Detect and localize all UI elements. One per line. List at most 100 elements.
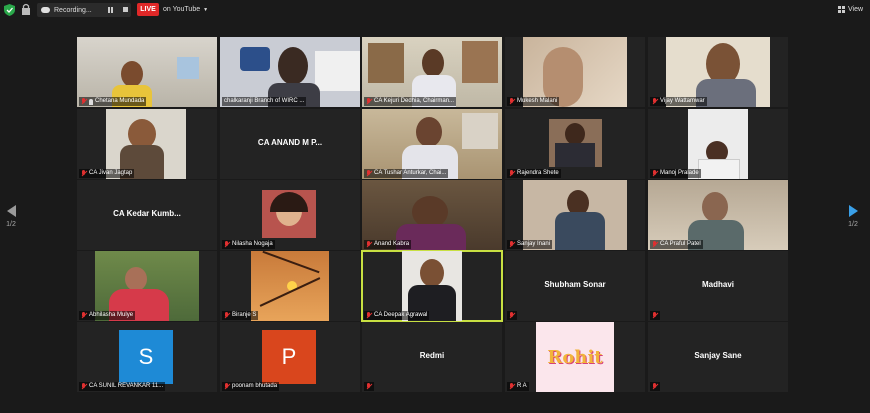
participant-tile[interactable]: Mukesh Malani [505,37,645,107]
mic-muted-icon [366,383,372,390]
next-page-button[interactable]: 1/2 [845,205,861,228]
mic-muted-icon [224,312,230,319]
mic-muted-icon [366,170,372,177]
avatar-text: Rohit [547,346,603,368]
mic-muted-icon [81,312,87,319]
participant-name-label: Rajendra Shete [507,169,561,178]
mic-muted-icon [366,312,372,319]
participant-name-label: Manoj Pralade [650,169,701,178]
participant-display-name: Redmi [419,351,445,360]
participant-tile[interactable]: S CA SUNIL REVANKAR 11... [77,322,217,392]
participant-tile[interactable]: Sanjay Inani [505,180,645,250]
participant-tile[interactable]: CA Jivan Jagtap [77,109,217,179]
participant-tile[interactable]: chalkaranji Branch of WIRC ... [220,37,360,107]
page-indicator-right: 1/2 [848,221,858,228]
participant-tile[interactable]: CA ANAND M P... [220,109,360,179]
participant-name-label: chalkaranji Branch of WIRC ... [222,97,307,106]
participant-name-label [507,311,517,320]
participant-tile[interactable]: Manoj Pralade [648,109,788,179]
participant-display-name: Sanjay Sane [694,351,742,360]
participant-name-label: Biranje S [222,311,259,320]
participant-tile[interactable]: CA Kejuri Dedhia, Chairman... [362,37,502,107]
participant-name-label: Nilasha Nogaja [222,240,275,249]
recording-indicator: Recording... [37,3,131,17]
grid-view-icon [838,5,845,13]
mic-muted-icon [81,170,87,177]
meeting-topbar: Recording... LIVE on YouTube ▼ View [0,0,870,20]
participant-tile[interactable]: Rohit R A [505,322,645,392]
mic-muted-icon [81,98,87,105]
participant-video [251,251,329,321]
pin-icon [89,98,93,105]
participant-name-label: CA Kejuri Dedhia, Chairman... [364,97,457,106]
recording-label: Recording... [54,6,92,14]
mic-muted-icon [509,98,515,105]
mic-muted-icon [81,383,87,390]
participant-tile[interactable]: Biranje S [220,251,360,321]
participant-tile[interactable]: Nilasha Nogaja [220,180,360,250]
participant-tile[interactable]: CA Praful Patel [648,180,788,250]
avatar: S [119,330,173,384]
participant-display-name: CA ANAND M P... [257,138,323,147]
live-target-label: on YouTube [163,6,201,13]
live-badge[interactable]: LIVE [137,3,159,16]
participant-name-label [650,311,660,320]
live-stream-dropdown[interactable]: on YouTube ▼ [163,3,208,16]
mic-muted-icon [652,98,658,105]
participant-tile[interactable]: Sanjay Sane [648,322,788,392]
cloud-recording-icon [41,7,50,13]
chevron-down-icon: ▼ [203,6,209,13]
participant-name-label: Vijay Wattamwar [650,97,707,106]
chevron-left-icon [6,205,16,217]
participant-name-label: CA SUNIL REVANKAR 11... [79,382,166,391]
participant-tile[interactable]: Abhilasha Mulye [77,251,217,321]
chevron-right-icon [848,205,858,217]
participant-tile[interactable]: Rajendra Shete [505,109,645,179]
participant-tile[interactable]: Shubham Sonar [505,251,645,321]
participant-tile[interactable]: Vijay Wattamwar [648,37,788,107]
stop-recording-button[interactable] [123,7,128,12]
participant-display-name: Madhavi [701,280,734,289]
mic-muted-icon [652,312,658,319]
previous-page-button[interactable]: 1/2 [3,205,19,228]
participant-video [262,190,316,238]
participant-name-label: CA Tushar Anturkar, Chai... [364,169,449,178]
participant-tile[interactable]: P poonam bhutada [220,322,360,392]
participant-tile[interactable]: Anand Kabra [362,180,502,250]
avatar: P [262,330,316,384]
mic-muted-icon [652,170,658,177]
mic-muted-icon [509,170,515,177]
participant-name-label [650,382,660,391]
participant-name-label: Sanjay Inani [507,240,553,249]
participant-tile[interactable]: Redmi [362,322,502,392]
participant-name-label [364,382,374,391]
meeting-controls-bar[interactable] [0,405,870,413]
participant-avatar-image: Rohit [536,322,614,392]
participant-name-label: CA Jivan Jagtap [79,169,135,178]
participant-name-label: poonam bhutada [222,382,280,391]
mic-muted-icon [366,98,372,105]
participant-name-label: Anand Kabra [364,240,412,249]
participant-tile[interactable]: CA Kedar Kumb... [77,180,217,250]
security-icon[interactable] [21,3,31,16]
participant-tile[interactable]: Madhavi [648,251,788,321]
mic-muted-icon [652,241,658,248]
participant-name-label: Abhilasha Mulye [79,311,136,320]
shield-icon[interactable] [4,4,15,16]
mic-muted-icon [366,241,372,248]
pause-recording-button[interactable] [108,7,114,13]
view-button[interactable]: View [838,3,863,15]
mic-muted-icon [509,383,515,390]
participant-display-name: Shubham Sonar [544,280,606,289]
participant-name-label: R A [507,382,529,391]
mic-muted-icon [509,241,515,248]
mic-muted-icon [509,312,515,319]
participant-name-label: CA Praful Patel [650,240,703,249]
participant-name-label: Mukesh Malani [507,97,560,106]
participant-tile[interactable]: CA Tushar Anturkar, Chai... [362,109,502,179]
participant-tile-active-speaker[interactable]: CA Deepak Agrawal [361,250,503,322]
mic-muted-icon [224,241,230,248]
participant-display-name: CA Kedar Kumb... [113,209,181,218]
participant-tile[interactable]: Chetana Mundada [77,37,217,107]
participant-name-label: CA Deepak Agrawal [364,311,430,320]
